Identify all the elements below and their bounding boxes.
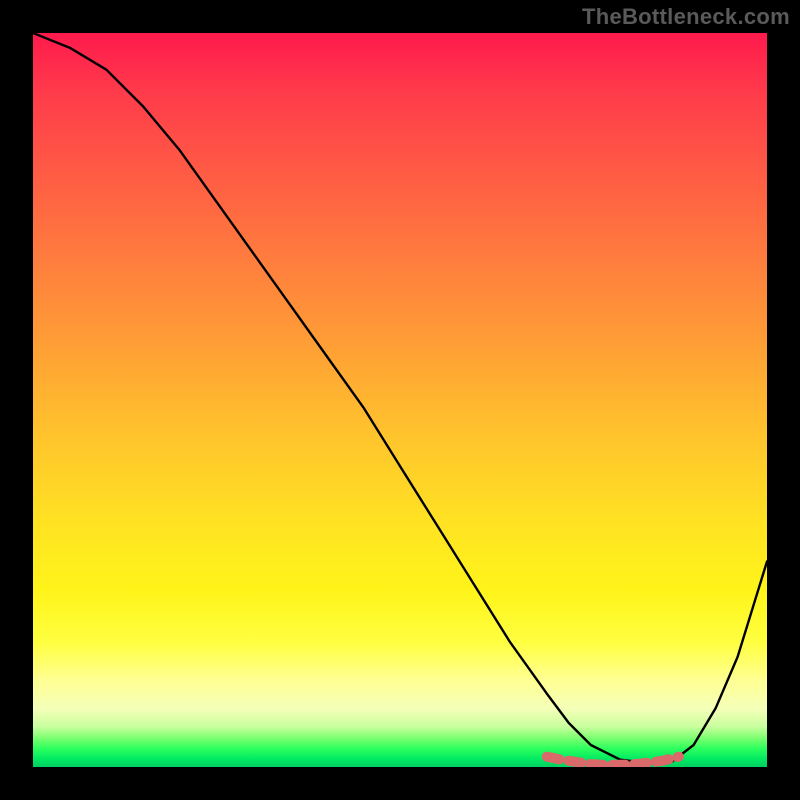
chart-svg (33, 33, 767, 767)
chart-frame: TheBottleneck.com (0, 0, 800, 800)
bottleneck-curve-path (33, 33, 767, 763)
sweet-spot-band-path (547, 757, 679, 765)
watermark-text: TheBottleneck.com (582, 4, 790, 30)
